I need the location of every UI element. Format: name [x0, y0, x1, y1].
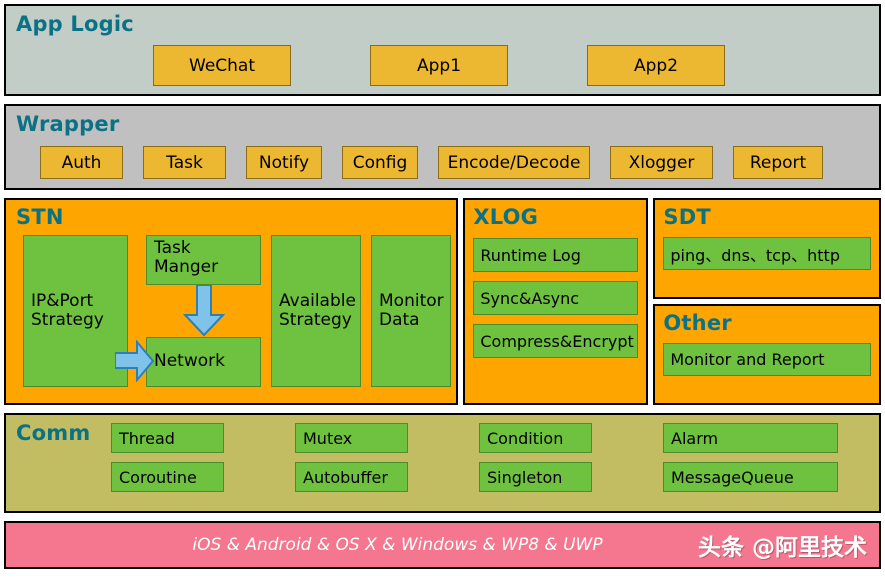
platform-label: iOS & Android & OS X & Windows & WP8 & U…	[192, 535, 603, 555]
comm-row-1: Thread Mutex Condition Alarm	[111, 423, 879, 453]
comm-chip-coroutine[interactable]: Coroutine	[111, 462, 224, 492]
arrow-down-icon	[183, 285, 225, 337]
wrapper-chip-config[interactable]: Config	[342, 146, 418, 179]
comm-chip-messagequeue[interactable]: MessageQueue	[663, 462, 838, 492]
layer-comm: Comm Thread Mutex Condition Alarm Corout…	[4, 413, 881, 513]
wrapper-chip-report[interactable]: Report	[733, 146, 823, 179]
wrapper-chip-encode-decode[interactable]: Encode/Decode	[438, 146, 590, 179]
xlog-item-sync-async[interactable]: Sync&Async	[473, 281, 639, 315]
comm-chip-singleton[interactable]: Singleton	[479, 462, 592, 492]
watermark: 头条 @阿里技术	[697, 535, 867, 561]
app-chip-wechat[interactable]: WeChat	[153, 45, 291, 86]
sdt-item-protocols[interactable]: ping、dns、tcp、http	[663, 237, 872, 270]
layer-title-other: Other	[663, 311, 732, 335]
layer-title-wrapper: Wrapper	[16, 112, 120, 136]
comm-row-2: Coroutine Autobuffer Singleton MessageQu…	[111, 462, 879, 492]
wrapper-chip-auth[interactable]: Auth	[40, 146, 123, 179]
layer-other: Other Monitor and Report	[653, 304, 882, 405]
architecture-diagram: App Logic WeChat App1 App2 Wrapper Auth …	[0, 0, 885, 580]
layer-platform: iOS & Android & OS X & Windows & WP8 & U…	[4, 521, 881, 569]
layer-sdt: SDT ping、dns、tcp、http	[653, 198, 882, 299]
comm-chip-grid: Thread Mutex Condition Alarm Coroutine A…	[16, 423, 879, 492]
middle-row: STN IP&Port Strategy Task Manger Network…	[4, 198, 882, 405]
other-item-monitor-and-report[interactable]: Monitor and Report	[663, 343, 872, 376]
arrow-right-icon	[115, 340, 155, 382]
app-chip-app1[interactable]: App1	[370, 45, 508, 86]
xlog-item-compress-encrypt[interactable]: Compress&Encrypt	[473, 324, 639, 358]
layer-title-sdt: SDT	[663, 205, 711, 229]
layer-stn: STN IP&Port Strategy Task Manger Network…	[4, 198, 459, 405]
wrapper-chip-notify[interactable]: Notify	[246, 146, 322, 179]
layer-app-logic: App Logic WeChat App1 App2	[4, 4, 881, 96]
comm-chip-condition[interactable]: Condition	[479, 423, 592, 453]
right-column: SDT ping、dns、tcp、http Other Monitor and …	[653, 198, 882, 405]
wrapper-chip-task[interactable]: Task	[143, 146, 226, 179]
comm-chip-autobuffer[interactable]: Autobuffer	[295, 462, 408, 492]
app-chip-app2[interactable]: App2	[587, 45, 725, 86]
xlog-item-runtime-log[interactable]: Runtime Log	[473, 238, 639, 272]
wrapper-chip-row: Auth Task Notify Config Encode/Decode Xl…	[16, 146, 879, 179]
comm-chip-alarm[interactable]: Alarm	[663, 423, 838, 453]
comm-chip-thread[interactable]: Thread	[111, 423, 224, 453]
layer-title-xlog: XLOG	[473, 205, 539, 229]
layer-xlog: XLOG Runtime Log Sync&Async Compress&Enc…	[463, 198, 649, 405]
comm-chip-mutex[interactable]: Mutex	[295, 423, 408, 453]
layer-title-stn: STN	[16, 205, 64, 229]
stn-box-available-strategy[interactable]: Available Strategy	[271, 235, 361, 387]
stn-box-network[interactable]: Network	[146, 337, 261, 387]
stn-box-task-manger[interactable]: Task Manger	[146, 235, 261, 285]
layer-wrapper: Wrapper Auth Task Notify Config Encode/D…	[4, 104, 881, 190]
layer-title-app-logic: App Logic	[16, 12, 134, 36]
wrapper-chip-xlogger[interactable]: Xlogger	[610, 146, 713, 179]
stn-box-ip-port-strategy[interactable]: IP&Port Strategy	[23, 235, 128, 387]
stn-box-group: IP&Port Strategy Task Manger Network Ava…	[16, 235, 456, 387]
stn-box-monitor-data[interactable]: Monitor Data	[371, 235, 451, 387]
app-logic-chip-row: WeChat App1 App2	[16, 45, 879, 86]
